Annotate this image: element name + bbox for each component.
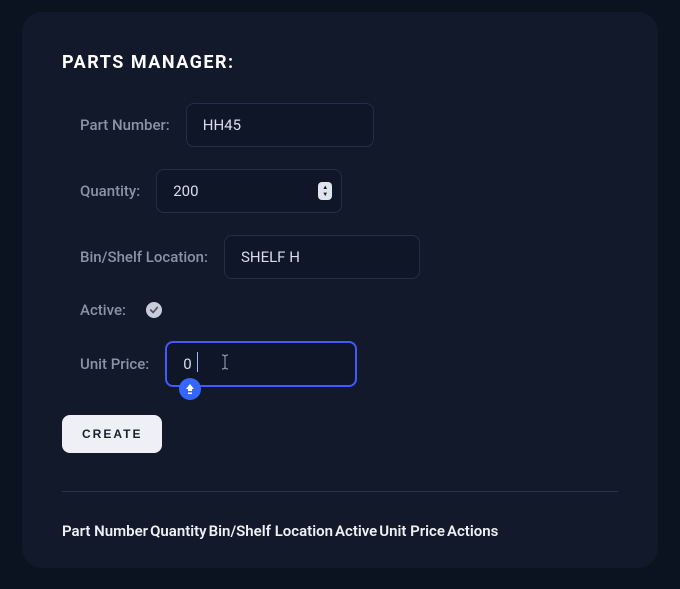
unit-price-label: Unit Price: <box>80 355 149 373</box>
quantity-label: Quantity: <box>80 182 140 200</box>
quantity-input[interactable] <box>156 169 342 213</box>
chevron-down-icon: ▼ <box>322 191 328 198</box>
row-part-number: Part Number: <box>62 103 618 147</box>
col-location: Bin/Shelf Location <box>209 522 333 540</box>
col-part-number: Part Number <box>62 522 148 540</box>
row-location: Bin/Shelf Location: <box>62 235 618 279</box>
check-icon <box>149 305 159 315</box>
create-button[interactable]: CREATE <box>62 415 162 453</box>
active-label: Active: <box>80 301 126 319</box>
row-active: Active: <box>62 301 618 319</box>
caps-lock-badge <box>179 378 201 400</box>
col-actions: Actions <box>447 522 498 540</box>
caps-lock-icon <box>184 383 196 395</box>
divider <box>62 491 618 492</box>
location-label: Bin/Shelf Location: <box>80 248 208 266</box>
page-title: PARTS MANAGER: <box>62 52 618 73</box>
row-quantity: Quantity: ▲ ▼ <box>62 169 618 213</box>
col-unit-price: Unit Price <box>379 522 445 540</box>
row-unit-price: Unit Price: <box>62 341 618 387</box>
quantity-stepper[interactable]: ▲ ▼ <box>318 182 332 200</box>
part-number-input[interactable] <box>186 103 374 147</box>
col-active: Active <box>335 522 377 540</box>
active-checkbox[interactable] <box>146 302 162 318</box>
location-input[interactable] <box>224 235 420 279</box>
parts-manager-panel: PARTS MANAGER: Part Number: Quantity: ▲ … <box>22 12 658 568</box>
chevron-up-icon: ▲ <box>322 184 328 191</box>
table-header-row: Part Number Quantity Bin/Shelf Location … <box>62 522 618 540</box>
col-quantity: Quantity <box>150 522 207 540</box>
part-number-label: Part Number: <box>80 116 170 134</box>
